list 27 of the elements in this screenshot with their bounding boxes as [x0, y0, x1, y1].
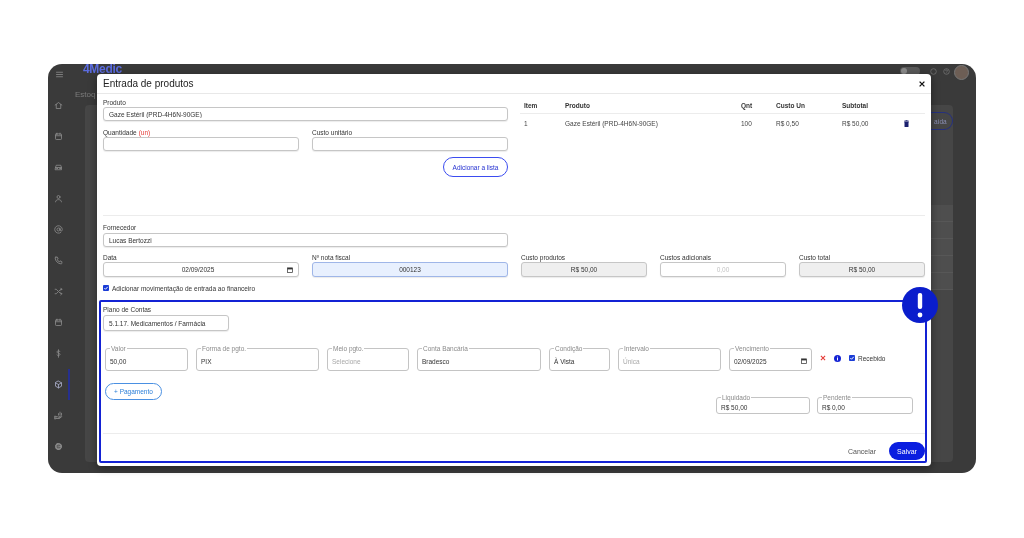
- text-field[interactable]: [312, 137, 508, 151]
- dollar-icon[interactable]: [53, 349, 63, 358]
- gear-icon[interactable]: [53, 442, 63, 451]
- close-icon[interactable]: [919, 80, 925, 87]
- hand-chart-icon[interactable]: [53, 411, 63, 420]
- checkbox[interactable]: [849, 355, 855, 361]
- help-icon[interactable]: [943, 67, 950, 75]
- cube-icon[interactable]: [53, 380, 63, 389]
- active-indicator: [68, 369, 70, 400]
- remove-icon[interactable]: [820, 355, 826, 361]
- car-icon[interactable]: [53, 163, 63, 172]
- person-icon[interactable]: [53, 194, 63, 203]
- app-logo: 4Medic: [83, 64, 122, 74]
- calendar-icon[interactable]: [801, 358, 807, 364]
- home-icon[interactable]: [53, 101, 63, 110]
- text-field[interactable]: [103, 137, 299, 151]
- info-icon[interactable]: [834, 354, 841, 362]
- at-sign-icon[interactable]: [53, 225, 63, 234]
- shuffle-icon[interactable]: [53, 287, 63, 296]
- checkbox[interactable]: [103, 285, 109, 291]
- avatar-circle[interactable]: [954, 65, 969, 80]
- phone-icon[interactable]: [53, 256, 63, 265]
- trash-icon[interactable]: [904, 120, 909, 127]
- calendar-icon[interactable]: [287, 266, 293, 273]
- menu-icon[interactable]: [54, 69, 64, 79]
- circle-icon[interactable]: [930, 67, 937, 75]
- dialog-title: Entrada de produtos: [103, 78, 194, 89]
